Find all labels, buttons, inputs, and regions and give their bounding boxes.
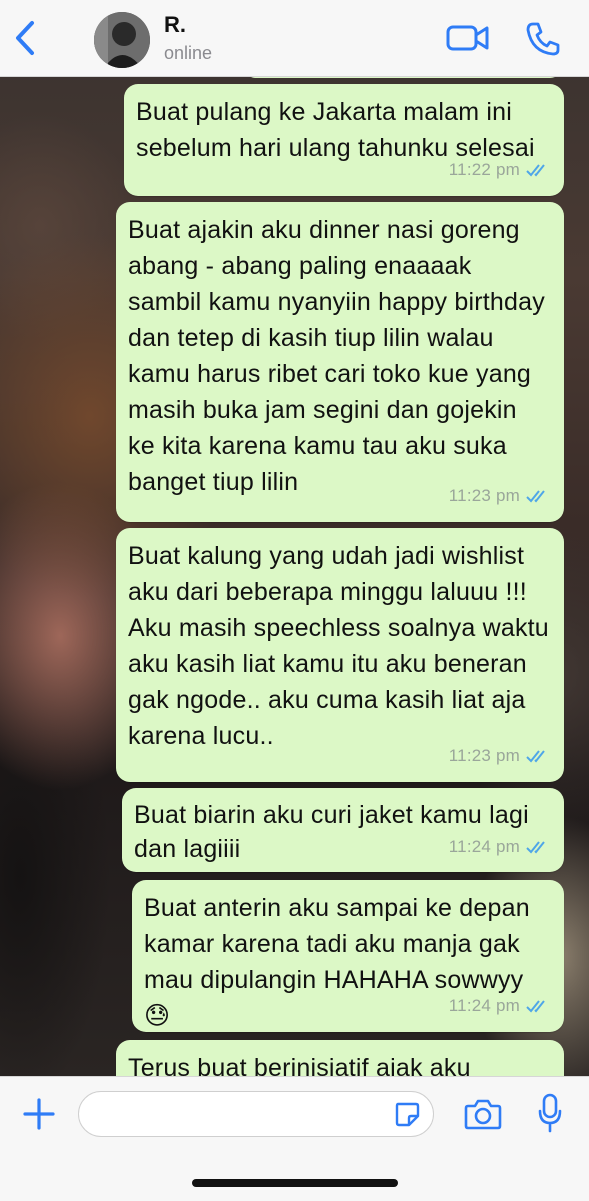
message-bubble[interactable]: Buat biarin aku curi jaket kamu lagi dan… xyxy=(122,788,564,872)
double-check-icon xyxy=(526,164,545,177)
message-time: 11:22 pm xyxy=(448,160,520,179)
message-meta: 11:24 pm xyxy=(449,988,550,1024)
sticker-icon[interactable] xyxy=(394,1101,420,1127)
plus-icon[interactable] xyxy=(22,1097,56,1131)
message-meta: 11:23 pm xyxy=(449,738,550,774)
message-meta: 11:22 pm xyxy=(449,152,550,188)
message-bubble[interactable]: Buat kalung yang udah jadi wishlist aku … xyxy=(116,528,564,782)
double-check-icon xyxy=(526,490,545,503)
microphone-icon[interactable] xyxy=(538,1093,562,1133)
video-camera-icon[interactable] xyxy=(446,22,490,54)
message-list[interactable]: Buat pulang ke Jakarta malam ini sebelum… xyxy=(0,76,589,1076)
double-check-icon xyxy=(526,841,545,854)
camera-icon[interactable] xyxy=(464,1097,502,1131)
message-bubble[interactable]: Buat pulang ke Jakarta malam ini sebelum… xyxy=(124,84,564,196)
home-indicator[interactable] xyxy=(192,1179,398,1187)
double-check-icon xyxy=(526,1000,545,1013)
message-text: Buat kalung yang udah jadi wishlist aku … xyxy=(128,542,549,750)
message-time: 11:24 pm xyxy=(448,996,520,1015)
message-time: 11:24 pm xyxy=(448,837,520,856)
composer-bar xyxy=(0,1076,589,1201)
message-text: Terus buat berinisiatif ajak aku xyxy=(128,1054,471,1076)
avatar[interactable] xyxy=(94,12,150,68)
message-meta: 11:24 pm xyxy=(449,830,550,864)
contact-name[interactable]: R. xyxy=(164,12,186,38)
message-meta: 11:23 pm xyxy=(449,478,550,514)
message-input[interactable] xyxy=(78,1091,434,1137)
double-check-icon xyxy=(526,750,545,763)
avatar-image xyxy=(94,12,150,68)
message-time: 11:23 pm xyxy=(448,746,520,765)
phone-icon[interactable] xyxy=(524,20,562,58)
message-time: 11:23 pm xyxy=(448,486,520,505)
contact-status: online xyxy=(164,43,213,63)
chevron-left-icon[interactable] xyxy=(10,18,40,58)
message-bubble[interactable]: Buat anterin aku sampai ke depan kamar k… xyxy=(132,880,564,1032)
chat-header: R. online xyxy=(0,0,589,77)
message-text: Buat ajakin aku dinner nasi goreng abang… xyxy=(128,216,545,496)
message-bubble[interactable]: Terus buat berinisiatif ajak aku xyxy=(116,1040,564,1076)
message-bubble[interactable]: Buat ajakin aku dinner nasi goreng abang… xyxy=(116,202,564,522)
